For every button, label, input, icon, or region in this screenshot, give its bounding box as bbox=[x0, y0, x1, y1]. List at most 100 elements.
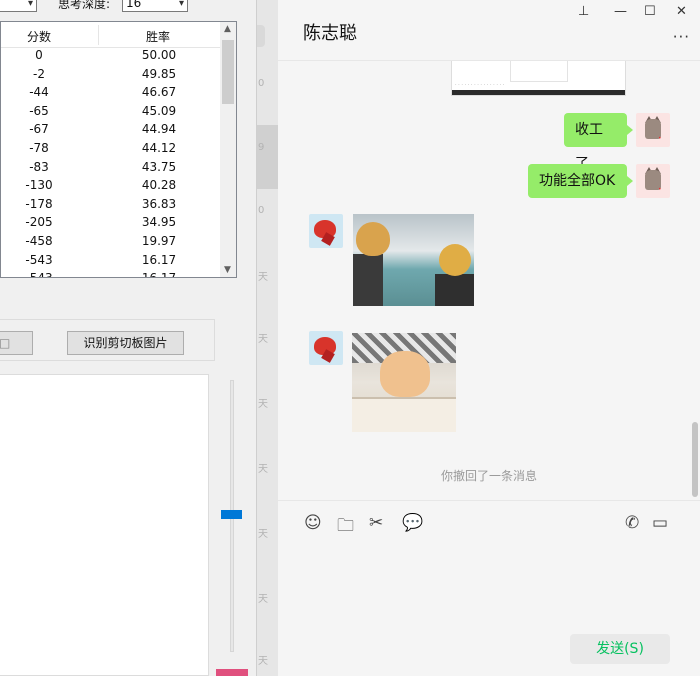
table-row[interactable]: -458 19.97 bbox=[1, 234, 221, 253]
winrate-cell: 43.75 bbox=[141, 159, 177, 174]
chat-window: 陈志聪 ⊥ — ☐ ✕ ··· · · · · · · · · · · · · … bbox=[278, 0, 700, 676]
column-divider[interactable] bbox=[98, 25, 99, 45]
minimize-icon[interactable]: — bbox=[614, 4, 627, 19]
contact-avatar[interactable] bbox=[309, 214, 343, 248]
score-cell: -44 bbox=[29, 85, 49, 100]
score-cell: -78 bbox=[29, 140, 49, 155]
column-header-winrate[interactable]: 胜率 bbox=[146, 28, 170, 45]
pin-icon[interactable]: ⊥ bbox=[578, 4, 589, 19]
list-item-mark: 9 bbox=[258, 142, 265, 153]
winrate-cell: 36.83 bbox=[141, 196, 177, 211]
winrate-cell: 19.97 bbox=[141, 233, 177, 248]
image-shape bbox=[435, 274, 474, 306]
winrate-cell: 16.17 bbox=[141, 252, 177, 267]
screenshot-taskbar bbox=[452, 90, 625, 95]
table-row[interactable]: -130 40.28 bbox=[1, 178, 221, 197]
list-item-mark: 天 bbox=[258, 529, 268, 540]
message-list[interactable]: · · · · · · · · · · · · · · · · 收工了 • 功能… bbox=[278, 61, 700, 500]
table-row[interactable]: -543 16.17 bbox=[1, 271, 221, 277]
table-header: 分数 胜率 bbox=[1, 22, 221, 48]
pink-indicator bbox=[216, 669, 248, 676]
message-bubble-2[interactable]: 功能全部OK bbox=[528, 164, 633, 198]
table-row[interactable]: -78 44.12 bbox=[1, 141, 221, 160]
winrate-cell: 49.85 bbox=[141, 66, 177, 81]
list-item-mark: 天 bbox=[258, 464, 268, 475]
dog-icon bbox=[356, 222, 390, 256]
score-cell: -2 bbox=[33, 66, 45, 81]
screenshot-image[interactable]: · · · · · · · · · · · · · · · · bbox=[451, 61, 626, 96]
maximize-icon[interactable]: ☐ bbox=[644, 4, 656, 19]
scroll-up-icon[interactable]: ▲ bbox=[224, 24, 231, 34]
list-item-mark: 0 bbox=[258, 78, 265, 89]
chat-scrollbar[interactable] bbox=[692, 422, 698, 497]
left-button[interactable]: □ bbox=[0, 331, 33, 355]
recall-notice: 你撤回了一条消息 bbox=[440, 469, 537, 483]
mode-combobox[interactable]: ▾ bbox=[0, 0, 37, 12]
winrate-cell: 44.12 bbox=[141, 140, 177, 155]
list-item-mark: 天 bbox=[258, 594, 268, 605]
score-cell: -65 bbox=[29, 103, 49, 118]
send-button[interactable]: 发送(S) bbox=[570, 634, 670, 664]
table-row[interactable]: -44 46.67 bbox=[1, 85, 221, 104]
more-icon[interactable]: ··· bbox=[673, 28, 690, 46]
winrate-cell: 46.67 bbox=[141, 85, 177, 100]
depth-label: 思考深度: bbox=[58, 0, 111, 11]
chat-header: 陈志聪 ⊥ — ☐ ✕ ··· bbox=[278, 0, 700, 61]
table-rows: 0 50.00 -2 49.85 -44 46.67 -65 45.09 -67 44.94 -78… bbox=[1, 48, 221, 277]
column-header-score[interactable]: 分数 bbox=[27, 28, 51, 45]
score-cell: -67 bbox=[29, 122, 49, 137]
winrate-cell: 44.94 bbox=[141, 122, 177, 137]
scrollbar-thumb[interactable] bbox=[222, 40, 234, 104]
phone-icon[interactable]: ✆ bbox=[625, 513, 639, 533]
winrate-cell: 40.28 bbox=[141, 178, 177, 193]
table-row[interactable]: -2 49.85 bbox=[1, 67, 221, 86]
contact-avatar[interactable] bbox=[309, 331, 343, 365]
my-avatar[interactable]: • bbox=[636, 164, 670, 198]
contact-list-strip[interactable]: 0 9 0 天 天 天 天 天 天 天 bbox=[256, 0, 278, 676]
chat-title: 陈志聪 bbox=[303, 23, 357, 44]
score-cell: -130 bbox=[25, 178, 53, 193]
slider-thumb[interactable] bbox=[221, 510, 242, 519]
chevron-down-icon: ▾ bbox=[27, 0, 33, 9]
cat-icon bbox=[380, 351, 430, 397]
winrate-cell: 45.09 bbox=[141, 103, 177, 118]
list-item-mark: 0 bbox=[258, 205, 265, 216]
selected-contact-row[interactable] bbox=[257, 125, 278, 189]
emoji-icon[interactable]: ☺ bbox=[304, 513, 322, 533]
avatar-tag: • bbox=[658, 186, 662, 193]
table-row[interactable]: -205 34.95 bbox=[1, 215, 221, 234]
dog-icon bbox=[439, 244, 471, 276]
depth-value: 16 bbox=[126, 0, 142, 10]
table-scrollbar[interactable]: ▲ ▼ bbox=[220, 22, 236, 277]
close-icon[interactable]: ✕ bbox=[676, 4, 687, 19]
table-row[interactable]: -83 43.75 bbox=[1, 160, 221, 179]
recognize-clipboard-button[interactable]: 识别剪切板图片 bbox=[67, 331, 184, 355]
table-row[interactable]: -178 36.83 bbox=[1, 197, 221, 216]
folder-icon[interactable]: 🗀 bbox=[337, 513, 354, 542]
message-bubble-1[interactable]: 收工了 bbox=[564, 113, 633, 172]
chat-bubble-icon[interactable]: 💬 bbox=[402, 513, 423, 533]
scissors-icon[interactable]: ✂ bbox=[369, 513, 383, 533]
scroll-down-icon[interactable]: ▼ bbox=[224, 265, 231, 275]
depth-combobox[interactable]: 16 ▾ bbox=[122, 0, 188, 12]
cat-meme-image[interactable] bbox=[352, 333, 456, 432]
winrate-cell: 16.17 bbox=[119, 271, 199, 277]
score-cell: 0 bbox=[35, 48, 43, 62]
score-cell: -178 bbox=[25, 196, 53, 211]
avatar-tag: • bbox=[658, 135, 662, 142]
table-row[interactable]: -65 45.09 bbox=[1, 104, 221, 123]
table-row[interactable]: -67 44.94 bbox=[1, 122, 221, 141]
input-area[interactable]: ☺ 🗀 ✂ 💬 ✆ ▭ 发送(S) bbox=[278, 500, 700, 676]
video-icon[interactable]: ▭ bbox=[652, 513, 668, 533]
search-add-button[interactable] bbox=[257, 25, 265, 47]
score-cell: -205 bbox=[25, 215, 53, 230]
my-avatar[interactable]: • bbox=[636, 113, 670, 147]
board-canvas[interactable] bbox=[0, 374, 209, 676]
table-row[interactable]: -543 16.17 bbox=[1, 253, 221, 272]
screenshot-dialog bbox=[510, 61, 568, 82]
table-row[interactable]: 0 50.00 bbox=[1, 48, 221, 67]
left-button-label: □ bbox=[0, 336, 11, 350]
doge-meme-image[interactable] bbox=[353, 214, 474, 306]
screenshot-caption: · · · · · · · · · · · · · · · · bbox=[455, 82, 505, 88]
winrate-cell: 50.00 bbox=[141, 48, 177, 62]
